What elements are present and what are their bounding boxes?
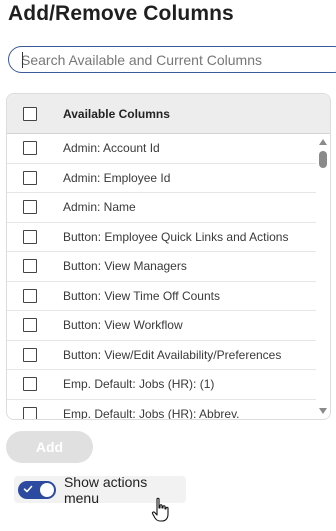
table-row[interactable]: Emp. Default: Jobs (HR): (1) <box>7 370 316 400</box>
row-label: Button: View Workflow <box>63 318 183 333</box>
select-all-cell <box>7 106 53 121</box>
row-label: Admin: Account Id <box>63 141 160 156</box>
scroll-down-arrow-icon[interactable] <box>319 408 327 414</box>
row-label: Button: Employee Quick Links and Actions <box>63 229 289 244</box>
scroll-up-arrow-icon[interactable] <box>319 139 327 145</box>
row-checkbox[interactable] <box>23 318 37 333</box>
check-icon <box>23 485 33 492</box>
table-row[interactable]: Button: View/Edit Availability/Preferenc… <box>7 340 316 370</box>
dialog-title: Add/Remove Columns <box>8 2 234 25</box>
table-row[interactable]: Admin: Employee Id <box>7 163 316 193</box>
row-checkbox[interactable] <box>23 288 37 303</box>
table-row[interactable]: Admin: Name <box>7 193 316 223</box>
row-label: Button: View Time Off Counts <box>63 288 220 303</box>
table-body: Admin: Account Id Admin: Employee Id Adm… <box>7 134 316 419</box>
row-checkbox[interactable] <box>23 347 37 362</box>
row-label: Admin: Name <box>63 200 136 215</box>
table-row[interactable]: Button: View Time Off Counts <box>7 281 316 311</box>
row-checkbox[interactable] <box>23 141 37 156</box>
row-checkbox[interactable] <box>23 377 37 392</box>
table-row[interactable]: Admin: Account Id <box>7 134 316 164</box>
search-field[interactable] <box>8 46 336 73</box>
show-actions-menu-toggle[interactable] <box>18 480 56 499</box>
hand-pointer-icon <box>151 497 169 522</box>
table-header: Available Columns <box>7 94 330 134</box>
row-checkbox[interactable] <box>23 406 37 419</box>
row-checkbox[interactable] <box>23 170 37 185</box>
table-row[interactable]: Button: View Workflow <box>7 311 316 341</box>
row-checkbox[interactable] <box>23 200 37 215</box>
add-button[interactable]: Add <box>6 431 93 463</box>
row-label: Button: View Managers <box>63 259 187 274</box>
toggle-knob <box>39 482 54 497</box>
row-label: Emp. Default: Jobs (HR): (1) <box>63 377 215 392</box>
text-caret <box>22 52 23 68</box>
row-label: Emp. Default: Jobs (HR): Abbrev. <box>63 406 240 419</box>
table-row[interactable]: Emp. Default: Jobs (HR): Abbrev. <box>7 399 316 419</box>
search-input[interactable] <box>21 51 336 68</box>
select-all-checkbox[interactable] <box>23 106 37 121</box>
column-header-available-columns: Available Columns <box>63 106 170 121</box>
row-label: Button: View/Edit Availability/Preferenc… <box>63 347 282 362</box>
row-checkbox[interactable] <box>23 229 37 244</box>
available-columns-table: Available Columns Admin: Account Id Admi… <box>6 93 331 420</box>
scrollbar-thumb[interactable] <box>319 151 327 168</box>
table-row[interactable]: Button: Employee Quick Links and Actions <box>7 222 316 252</box>
table-row[interactable]: Button: View Managers <box>7 252 316 282</box>
row-label: Admin: Employee Id <box>63 170 171 185</box>
row-checkbox[interactable] <box>23 259 37 274</box>
table-scrollbar[interactable] <box>316 134 330 419</box>
